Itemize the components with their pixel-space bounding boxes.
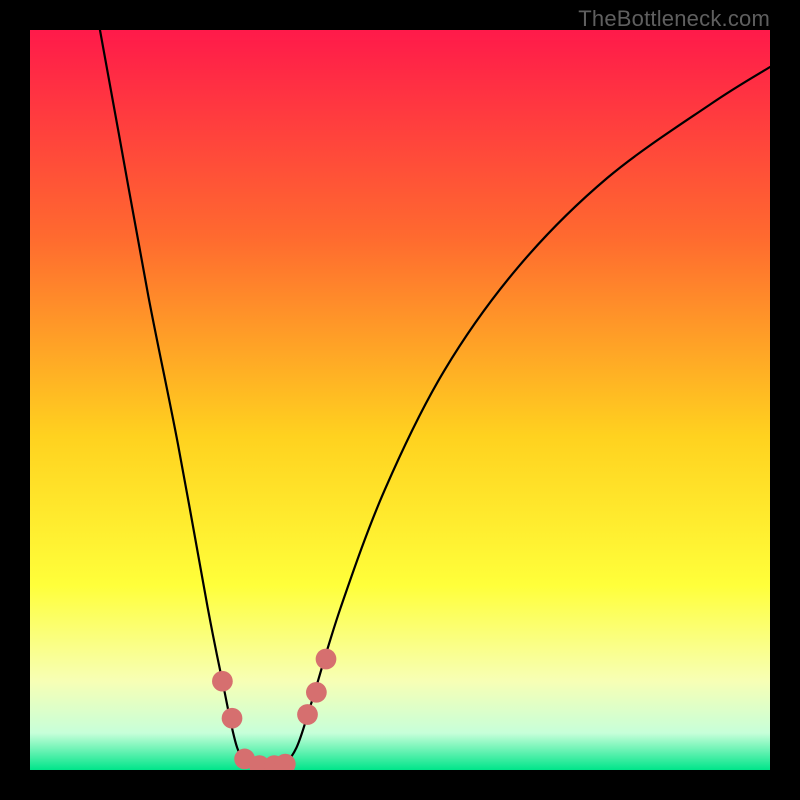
- curve-marker: [297, 704, 318, 725]
- bottleneck-plot: [30, 30, 770, 770]
- curve-marker: [306, 682, 327, 703]
- plot-frame: [30, 30, 770, 770]
- watermark-text: TheBottleneck.com: [578, 6, 770, 32]
- gradient-background: [30, 30, 770, 770]
- curve-marker: [212, 671, 233, 692]
- curve-marker: [316, 649, 337, 670]
- curve-marker: [222, 708, 243, 729]
